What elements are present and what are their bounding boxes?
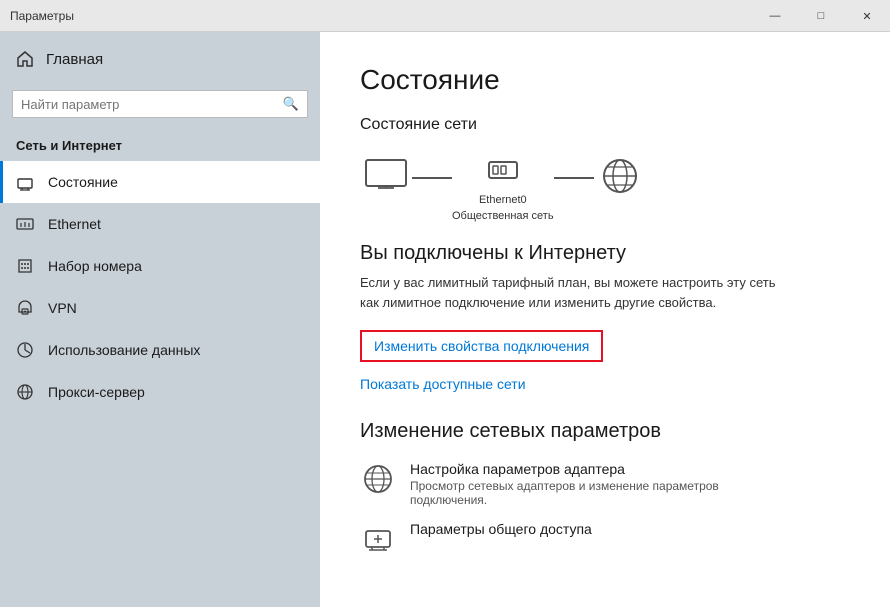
change-section-title: Изменение сетевых параметров [360,420,850,443]
pc-icon [360,156,412,196]
sidebar-item-dialup[interactable]: Набор номера [0,245,320,287]
sidebar-section-title: Сеть и Интернет [0,130,320,161]
titlebar: Параметры — □ ✕ [0,0,890,32]
sharing-settings-item: Параметры общего доступа [360,521,850,557]
router-icon [477,150,529,190]
sidebar-label-status: Состояние [48,174,118,190]
home-label: Главная [46,51,103,68]
window-title: Параметры [10,9,74,23]
sidebar-item-vpn[interactable]: VPN [0,287,320,329]
adapter-icon [360,461,396,497]
sidebar-home-button[interactable]: Главная [0,32,320,86]
sidebar-label-dialup: Набор номера [48,258,142,274]
line-pc-to-router [412,177,452,179]
router-icon-group: Ethernet0 Общественная сеть [452,150,554,222]
sidebar: Главная 🔍 Сеть и Интернет Состояние [0,32,320,607]
sidebar-item-status[interactable]: Состояние [0,161,320,203]
network-diagram: Ethernet0 Общественная сеть [360,150,850,222]
home-icon [16,50,34,68]
sidebar-item-data-usage[interactable]: Использование данных [0,329,320,371]
adapter-settings-title[interactable]: Настройка параметров адаптера [410,461,790,477]
adapter-settings-text: Настройка параметров адаптера Просмотр с… [410,461,790,507]
page-title: Состояние [360,64,850,96]
sidebar-label-vpn: VPN [48,300,77,316]
data-usage-icon [16,341,34,359]
pc-icon-group [360,156,412,216]
connected-title: Вы подключены к Интернету [360,242,850,265]
search-icon: 🔍 [283,96,299,112]
sharing-settings-title[interactable]: Параметры общего доступа [410,521,592,537]
maximize-button[interactable]: □ [798,0,844,32]
sharing-icon [360,521,396,557]
sidebar-search-box[interactable]: 🔍 [12,90,308,118]
proxy-icon [16,383,34,401]
status-icon [16,173,34,191]
network-type-label: Общественная сеть [452,210,554,222]
sidebar-label-proxy: Прокси-сервер [48,384,145,400]
globe-icon [594,156,646,196]
network-name-label: Ethernet0 [479,194,527,206]
sidebar-label-ethernet: Ethernet [48,216,101,232]
sidebar-item-proxy[interactable]: Прокси-сервер [0,371,320,413]
search-input[interactable] [21,97,277,112]
window: Параметры — □ ✕ Главная 🔍 [0,0,890,607]
show-networks-link[interactable]: Показать доступные сети [360,376,850,392]
dialup-icon [16,257,34,275]
vpn-icon [16,299,34,317]
sidebar-label-data-usage: Использование данных [48,342,200,358]
content-area: Главная 🔍 Сеть и Интернет Состояние [0,32,890,607]
change-connection-button[interactable]: Изменить свойства подключения [360,330,603,362]
connected-description: Если у вас лимитный тарифный план, вы мо… [360,273,780,312]
adapter-settings-desc: Просмотр сетевых адаптеров и изменение п… [410,479,790,507]
sidebar-item-ethernet[interactable]: Ethernet [0,203,320,245]
sharing-settings-text: Параметры общего доступа [410,521,592,537]
network-status-title: Состояние сети [360,116,850,134]
titlebar-controls: — □ ✕ [752,0,890,31]
internet-icon-group [594,156,646,216]
line-router-to-internet [554,177,594,179]
minimize-button[interactable]: — [752,0,798,32]
close-button[interactable]: ✕ [844,0,890,32]
main-content: Состояние Состояние сети [320,32,890,607]
ethernet-icon [16,215,34,233]
adapter-settings-item: Настройка параметров адаптера Просмотр с… [360,461,850,507]
